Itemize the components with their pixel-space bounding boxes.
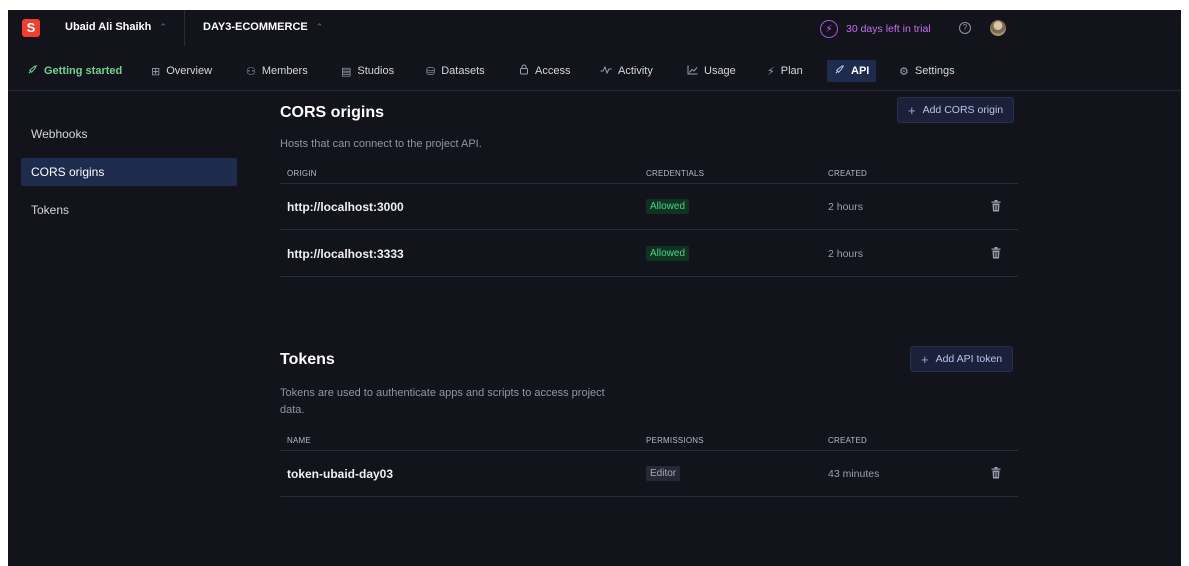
cors-description: Hosts that can connect to the project AP…: [280, 138, 482, 150]
column-header-origin: ORIGIN: [287, 169, 317, 178]
sidebar-item-cors-origins[interactable]: CORS origins: [21, 158, 237, 186]
project-nav: Getting started ⊞ Overview ⚇ Members ▤ S…: [8, 56, 1181, 86]
tab-label: Settings: [914, 65, 955, 77]
origin-cell: http://localhost:3333: [287, 247, 404, 261]
members-icon: ⚇: [246, 65, 256, 78]
permissions-badge: Editor: [646, 466, 681, 481]
tab-usage[interactable]: Usage: [680, 60, 743, 82]
tokens-description: Tokens are used to authenticate apps and…: [280, 387, 605, 416]
credentials-badge: Allowed: [646, 246, 690, 261]
created-cell: 2 hours: [828, 201, 864, 213]
tab-plan[interactable]: ⚡ Plan: [760, 60, 810, 82]
tab-label: Access: [535, 65, 571, 77]
tab-datasets[interactable]: ⛁ Datasets: [419, 60, 492, 82]
project-switcher[interactable]: DAY3-ECOMMERCE ⌃: [203, 21, 323, 33]
sidebar-item-webhooks[interactable]: Webhooks: [21, 120, 237, 148]
tab-label: Activity: [618, 65, 653, 77]
usage-icon: [687, 65, 698, 78]
tab-label: Studios: [357, 65, 395, 77]
tab-overview[interactable]: ⊞ Overview: [144, 60, 219, 82]
button-label: Add API token: [935, 353, 1003, 365]
chevron-updown-icon: ⌃: [315, 22, 324, 32]
app-window: S Ubaid Ali Shaikh ⌃ DAY3-ECOMMERCE ⌃ ⚡ 30…: [8, 10, 1181, 566]
help-icon[interactable]: ?: [959, 22, 971, 34]
column-header-created: CREATED: [828, 436, 868, 445]
tab-label: Overview: [166, 65, 213, 77]
sanity-logo[interactable]: S: [22, 19, 40, 37]
divider: [280, 276, 1018, 277]
lock-icon: [519, 64, 529, 78]
divider: [184, 10, 185, 46]
tab-studios[interactable]: ▤ Studios: [334, 60, 401, 82]
api-icon: [834, 64, 845, 78]
tab-members[interactable]: ⚇ Members: [239, 60, 315, 82]
tab-label: Members: [261, 65, 308, 77]
tab-label: Getting started: [44, 65, 123, 77]
avatar[interactable]: [990, 20, 1006, 36]
tab-label: Usage: [704, 65, 736, 77]
tab-access[interactable]: Access: [512, 60, 577, 82]
project-name: DAY3-ECOMMERCE: [203, 21, 308, 33]
add-api-token-button[interactable]: + Add API token: [910, 346, 1014, 372]
token-name-cell: token-ubaid-day03: [287, 467, 394, 481]
add-cors-origin-button[interactable]: + Add CORS origin: [897, 97, 1015, 123]
tab-label: Datasets: [441, 65, 485, 77]
org-switcher[interactable]: Ubaid Ali Shaikh ⌃: [65, 21, 167, 33]
chevron-updown-icon: ⌃: [159, 22, 167, 32]
column-header-created: CREATED: [828, 169, 868, 178]
column-header-name: NAME: [287, 436, 311, 445]
sidebar-item-tokens[interactable]: Tokens: [21, 196, 237, 224]
activity-icon: [600, 65, 612, 78]
org-name: Ubaid Ali Shaikh: [65, 21, 152, 33]
column-header-credentials: CREDENTIALS: [646, 169, 705, 178]
divider: [280, 229, 1018, 230]
rocket-icon: [27, 64, 38, 78]
credentials-badge: Allowed: [646, 199, 690, 214]
divider: [280, 496, 1018, 497]
studios-icon: ▤: [341, 65, 352, 78]
plus-icon: +: [908, 102, 916, 118]
trash-icon[interactable]: [991, 200, 1001, 212]
gear-icon: ⚙: [899, 65, 909, 78]
tab-label: Plan: [780, 65, 803, 77]
trial-text: 30 days left in trial: [846, 23, 931, 35]
top-bar: S Ubaid Ali Shaikh ⌃ DAY3-ECOMMERCE ⌃ ⚡ 30…: [8, 10, 1181, 46]
overview-icon: ⊞: [151, 65, 161, 78]
plus-icon: +: [921, 351, 929, 367]
tab-activity[interactable]: Activity: [593, 60, 660, 82]
tokens-title: Tokens: [280, 351, 335, 368]
created-cell: 2 hours: [828, 248, 864, 260]
tab-api[interactable]: API: [827, 60, 877, 82]
trash-icon[interactable]: [991, 467, 1001, 479]
tab-settings[interactable]: ⚙ Settings: [892, 60, 962, 82]
column-header-permissions: PERMISSIONS: [646, 436, 704, 445]
trash-icon[interactable]: [991, 247, 1001, 259]
bolt-icon: ⚡: [820, 20, 838, 38]
nav-divider: [8, 90, 1181, 91]
plan-icon: ⚡: [767, 65, 775, 78]
origin-cell: http://localhost:3000: [287, 200, 404, 214]
divider: [280, 450, 1018, 451]
tab-getting-started[interactable]: Getting started: [20, 60, 129, 82]
cors-title: CORS origins: [280, 104, 385, 121]
created-cell: 43 minutes: [828, 468, 880, 480]
button-label: Add CORS origin: [922, 104, 1004, 116]
datasets-icon: ⛁: [426, 65, 436, 78]
trial-button[interactable]: ⚡ 30 days left in trial: [820, 20, 931, 38]
divider: [280, 183, 1018, 184]
tab-label: API: [851, 65, 870, 77]
